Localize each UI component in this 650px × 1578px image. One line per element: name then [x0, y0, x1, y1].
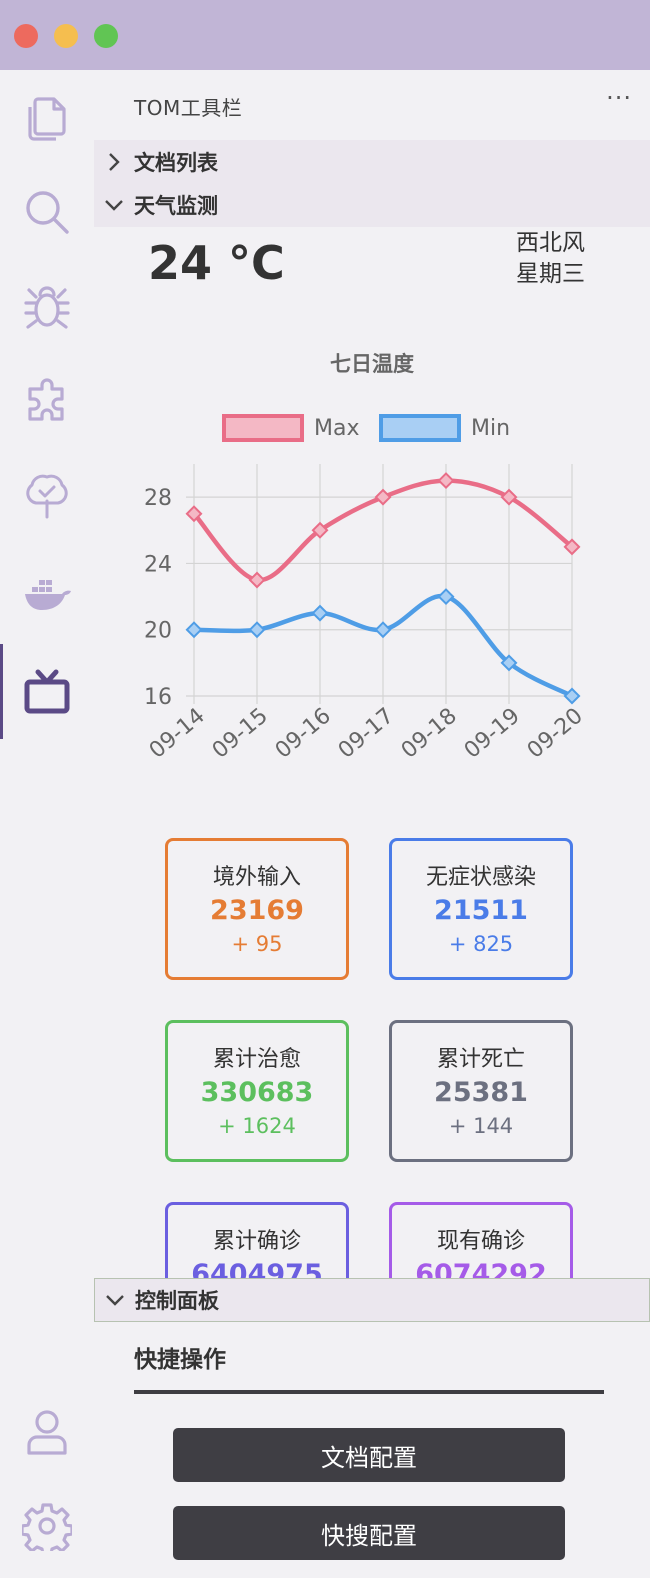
- stat-card: 现有确诊 6074292: [389, 1202, 573, 1278]
- stat-title: 境外输入: [212, 865, 301, 890]
- stat-delta: + 95: [231, 932, 283, 956]
- docker-icon[interactable]: [0, 558, 94, 630]
- x-tick-label: 09-18: [397, 703, 462, 763]
- debug-icon[interactable]: [0, 270, 94, 342]
- stat-card: 累计确诊 6404975: [165, 1202, 349, 1278]
- activity-bar: [0, 70, 94, 1578]
- stat-delta: + 1624: [218, 1114, 296, 1138]
- data-point-min: [185, 621, 203, 639]
- stat-delta: + 825: [448, 932, 514, 956]
- stat-value: 21511: [434, 895, 528, 926]
- stat-title: 累计治愈: [212, 1047, 301, 1072]
- stat-value: 25381: [434, 1077, 528, 1108]
- section-control-panel[interactable]: 控制面板: [94, 1278, 650, 1322]
- minimize-window-button[interactable]: [54, 24, 78, 48]
- stat-value: 330683: [200, 1077, 314, 1108]
- x-tick-label: 09-16: [271, 703, 336, 763]
- divider: [134, 1390, 604, 1394]
- stat-title: 现有确诊: [436, 1229, 525, 1254]
- account-icon[interactable]: [0, 1396, 94, 1468]
- stat-card: 累计治愈 330683 + 1624: [165, 1020, 349, 1162]
- gear-icon[interactable]: [0, 1490, 94, 1562]
- stat-title: 累计死亡: [436, 1047, 525, 1072]
- x-tick-label: 09-14: [145, 703, 210, 763]
- y-tick-label: 16: [144, 685, 172, 710]
- tree-check-icon[interactable]: [0, 460, 94, 532]
- data-point-max: [374, 488, 392, 506]
- stat-card: 境外输入 23169 + 95: [165, 838, 349, 980]
- title-bar: [0, 0, 650, 70]
- sidebar: TOM工具栏 ··· 文档列表 天气监测 24 °C 西北风 星期三 七日温度 …: [94, 70, 650, 1578]
- extensions-icon[interactable]: [0, 366, 94, 438]
- stat-value: 23169: [210, 895, 304, 926]
- weather-panel: 24 °C 西北风 星期三 七日温度 Max Min 16 20 24 28 09-14…: [94, 226, 650, 1278]
- y-tick-label: 28: [144, 486, 172, 511]
- stat-card: 无症状感染 21511 + 825: [389, 838, 573, 980]
- data-point-min: [563, 687, 581, 705]
- y-tick-label: 20: [144, 619, 172, 644]
- temperature-chart: 16 20 24 28 09-1409-1509-1609-1709-1809-1909…: [144, 464, 588, 764]
- tv-icon[interactable]: [0, 644, 94, 739]
- files-icon[interactable]: [0, 82, 94, 154]
- section-doc-list-label: 文档列表: [134, 151, 218, 175]
- data-point-max: [248, 571, 266, 589]
- sidebar-title: TOM工具栏: [134, 96, 243, 120]
- maximize-window-button[interactable]: [94, 24, 118, 48]
- section-weather[interactable]: 天气监测: [94, 183, 650, 227]
- data-point-min: [437, 588, 455, 606]
- close-window-button[interactable]: [14, 24, 38, 48]
- data-point-max: [437, 472, 455, 490]
- section-doc-list[interactable]: 文档列表: [94, 140, 650, 184]
- data-point-min: [311, 604, 329, 622]
- doc-config-button[interactable]: 文档配置: [173, 1428, 565, 1482]
- data-point-min: [374, 621, 392, 639]
- more-actions-icon[interactable]: ···: [606, 84, 632, 112]
- chevron-down-icon: [95, 1293, 135, 1307]
- x-tick-label: 09-15: [208, 703, 273, 763]
- stat-title: 无症状感染: [425, 865, 536, 890]
- stat-delta: + 144: [448, 1114, 514, 1138]
- stat-card: 累计死亡 25381 + 144: [389, 1020, 573, 1162]
- stat-value: 6404975: [191, 1259, 323, 1278]
- data-point-min: [248, 621, 266, 639]
- x-tick-label: 09-19: [460, 703, 525, 763]
- quick-actions-title: 快捷操作: [134, 1347, 226, 1373]
- section-control-label: 控制面板: [135, 1289, 219, 1313]
- x-tick-label: 09-20: [523, 703, 588, 763]
- chevron-right-icon: [94, 152, 134, 172]
- x-tick-label: 09-17: [334, 703, 399, 763]
- stat-value: 6074292: [415, 1259, 547, 1278]
- chevron-down-icon: [94, 198, 134, 212]
- y-tick-label: 24: [144, 552, 172, 577]
- quick-search-config-button[interactable]: 快搜配置: [173, 1506, 565, 1560]
- sidebar-header: TOM工具栏 ···: [94, 70, 650, 140]
- section-weather-label: 天气监测: [134, 194, 218, 218]
- stat-title: 累计确诊: [212, 1229, 301, 1254]
- search-icon[interactable]: [0, 176, 94, 248]
